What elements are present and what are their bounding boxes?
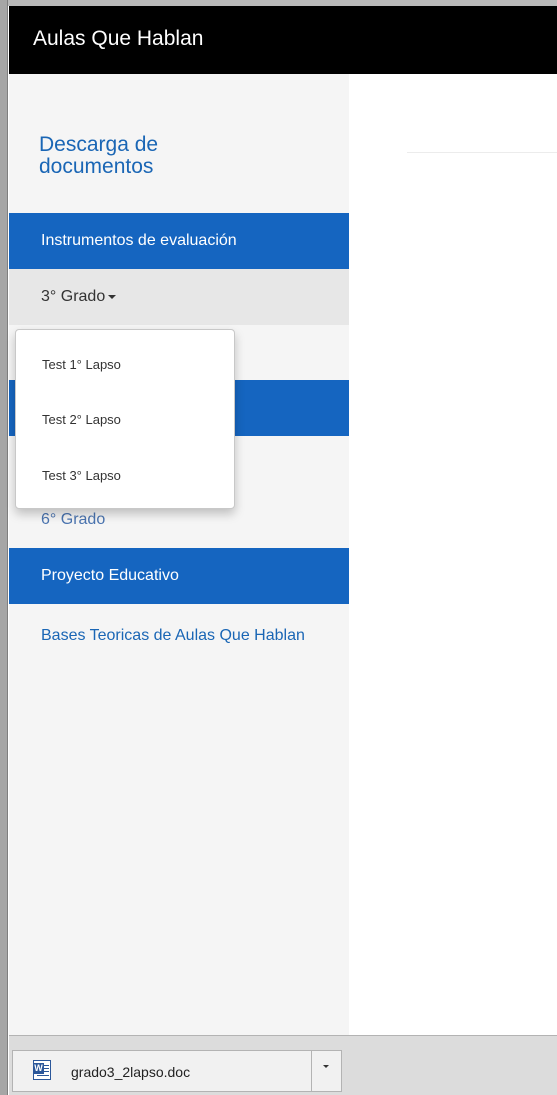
caret-down-icon: [108, 294, 117, 299]
download-menu-button[interactable]: [312, 1050, 342, 1092]
grade-3-dropdown-menu: Test 1° Lapso Test 2° Lapso Test 3° Laps…: [15, 329, 235, 509]
download-bar: W grado3_2lapso.doc: [9, 1035, 557, 1095]
download-file-name: grado3_2lapso.doc: [71, 1064, 191, 1080]
chevron-down-icon: [323, 1065, 329, 1068]
bases-teoricas-link[interactable]: Bases Teoricas de Aulas Que Hablan: [41, 624, 331, 648]
top-navbar: Aulas Que Hablan: [9, 6, 557, 74]
window-frame-left: [0, 0, 8, 1095]
grade-3-label: 3° Grado: [41, 288, 106, 305]
dropdown-item-test-3-lapso[interactable]: Test 3° Lapso: [16, 456, 234, 496]
section-header-evaluacion: Instrumentos de evaluación: [9, 213, 349, 269]
dropdown-item-test-1-lapso[interactable]: Test 1° Lapso: [16, 345, 234, 385]
section-header-proyecto: Proyecto Educativo: [9, 548, 349, 604]
sidebar-heading-line2: documentos: [39, 155, 154, 178]
content-divider: [407, 152, 557, 153]
word-doc-icon: W: [33, 1060, 51, 1080]
sidebar-heading: Descarga de documentos: [39, 134, 158, 178]
grade-3-dropdown-toggle[interactable]: 3° Grado: [9, 269, 349, 325]
download-item[interactable]: W grado3_2lapso.doc: [12, 1050, 312, 1092]
sidebar: Descarga de documentos Instrumentos de e…: [9, 74, 349, 1035]
brand-title[interactable]: Aulas Que Hablan: [33, 27, 203, 51]
sidebar-heading-line1: Descarga de: [39, 133, 159, 156]
main-content: [349, 74, 557, 1035]
dropdown-item-test-2-lapso[interactable]: Test 2° Lapso: [16, 400, 234, 440]
